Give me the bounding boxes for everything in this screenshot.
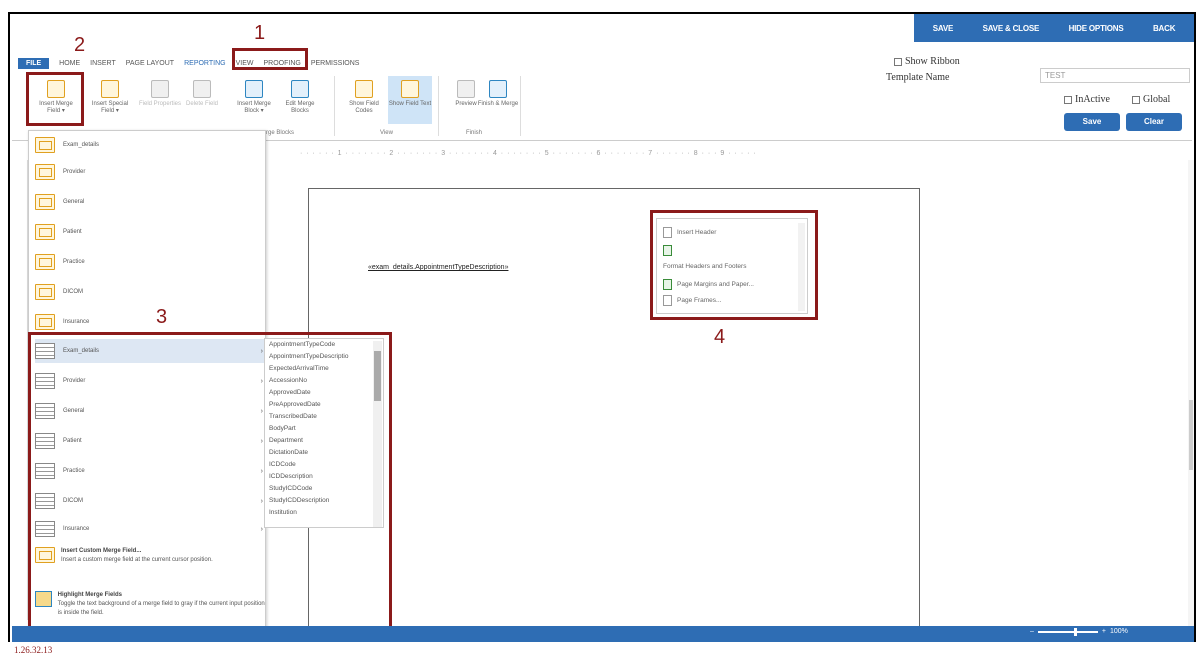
zoom-out-icon[interactable]: –: [1030, 628, 1034, 635]
merge-block-icon: [245, 80, 263, 98]
save-button[interactable]: SAVE: [933, 24, 954, 33]
scroll-thumb[interactable]: [1189, 400, 1193, 470]
folder-icon: [35, 164, 55, 180]
merge-field-text[interactable]: «exam_details.AppointmentTypeDescription…: [368, 264, 508, 271]
ribbon-separator: [520, 76, 521, 136]
group-label-merge-blocks: rge Blocks: [266, 130, 295, 136]
zoom-knob[interactable]: [1073, 627, 1077, 636]
edit-merge-blocks-button[interactable]: Edit Merge Blocks: [278, 80, 322, 115]
preview-icon: [457, 80, 475, 98]
tab-home[interactable]: HOME: [59, 60, 80, 67]
version-label: 1.26.32.13: [14, 645, 53, 655]
callout-number-3: 3: [156, 306, 168, 328]
zoom-level: 100%: [1110, 628, 1128, 635]
finish-merge-icon: [489, 80, 507, 98]
folder-icon: [35, 194, 55, 210]
group-label-view: View: [380, 130, 393, 136]
folder-icon: [35, 314, 55, 330]
status-bar: [12, 626, 1194, 642]
template-clear-button[interactable]: Clear: [1126, 113, 1182, 131]
document-page[interactable]: [308, 188, 920, 628]
zoom-in-icon[interactable]: +: [1102, 628, 1106, 635]
folder-icon: [35, 224, 55, 240]
checkbox-icon: [1064, 95, 1072, 104]
folder-icon: [35, 137, 55, 153]
template-save-button[interactable]: Save: [1064, 113, 1120, 131]
callout-box-3: [28, 332, 392, 634]
folder-item[interactable]: DICOM: [35, 280, 83, 304]
template-name-input[interactable]: TEST: [1040, 68, 1190, 83]
folder-item[interactable]: Provider: [35, 160, 85, 184]
show-field-text-button[interactable]: Show Field Text: [388, 76, 432, 124]
folder-item[interactable]: General: [35, 190, 84, 214]
delete-field-button[interactable]: Delete Field: [180, 80, 224, 108]
document-scrollbar[interactable]: [1188, 160, 1194, 630]
zoom-slider[interactable]: [1037, 627, 1098, 636]
tab-page-layout[interactable]: PAGE LAYOUT: [126, 60, 174, 67]
callout-number-1: 1: [254, 22, 266, 44]
vertical-ruler: [18, 160, 28, 620]
show-ribbon-checkbox[interactable]: Show Ribbon: [894, 56, 960, 67]
action-bar: SAVE SAVE & CLOSE HIDE OPTIONS BACK: [914, 14, 1194, 42]
callout-number-4: 4: [714, 326, 726, 348]
insert-merge-field-button[interactable]: Insert Merge Field ▾: [34, 80, 78, 115]
folder-item[interactable]: Exam_details: [35, 133, 99, 157]
tab-reporting[interactable]: REPORTING: [184, 60, 226, 67]
folder-icon: [35, 254, 55, 270]
folder-icon: [35, 284, 55, 300]
horizontal-ruler: · · · · · · 1 · · · · · · · 2 · · · · · …: [300, 150, 757, 157]
ribbon-separator: [334, 76, 335, 136]
checkbox-icon: [1132, 95, 1140, 104]
back-button[interactable]: BACK: [1153, 24, 1176, 33]
tab-insert[interactable]: INSERT: [90, 60, 116, 67]
checkbox-icon: [894, 57, 902, 66]
tab-permissions[interactable]: PERMISSIONS: [311, 60, 360, 67]
group-label-finish: Finish: [466, 130, 483, 136]
insert-special-field-button[interactable]: Insert Special Field ▾: [88, 80, 132, 115]
field-properties-button[interactable]: Field Properties: [138, 80, 182, 108]
hide-options-button[interactable]: HIDE OPTIONS: [1069, 24, 1124, 33]
global-checkbox[interactable]: Global: [1132, 94, 1170, 105]
edit-merge-blocks-icon: [291, 80, 309, 98]
inactive-checkbox[interactable]: InActive: [1064, 94, 1110, 105]
merge-field-icon: [47, 80, 65, 98]
callout-box-1: [232, 48, 308, 70]
finish-merge-button[interactable]: Finish & Merge: [476, 80, 520, 108]
template-name-label: Template Name: [886, 72, 950, 83]
ribbon-tabs: FILE HOME INSERT PAGE LAYOUT REPORTING V…: [18, 56, 359, 70]
folder-item[interactable]: Insurance: [35, 310, 89, 334]
tab-file[interactable]: FILE: [18, 57, 50, 69]
save-close-button[interactable]: SAVE & CLOSE: [983, 24, 1040, 33]
callout-number-2: 2: [74, 34, 86, 56]
window-border-left: [8, 12, 10, 642]
show-field-codes-button[interactable]: Show Field Codes: [342, 80, 386, 115]
folder-item[interactable]: Patient: [35, 220, 82, 244]
zoom-control[interactable]: – + 100%: [1030, 627, 1128, 636]
field-text-icon: [401, 80, 419, 98]
field-codes-icon: [355, 80, 373, 98]
delete-field-icon: [193, 80, 211, 98]
insert-merge-block-button[interactable]: Insert Merge Block ▾: [232, 80, 276, 115]
folder-item[interactable]: Practice: [35, 250, 85, 274]
field-properties-icon: [151, 80, 169, 98]
special-field-icon: [101, 80, 119, 98]
ribbon-separator: [438, 76, 439, 136]
callout-box-4: [650, 210, 818, 320]
